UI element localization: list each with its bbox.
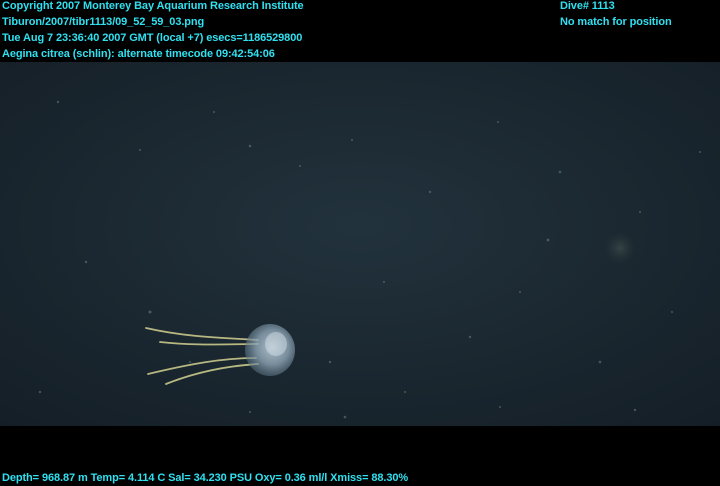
jellyfish-bell [245,324,295,376]
annotation-text: Aegina citrea (schlin): alternate timeco… [2,48,275,60]
sensor-readout-text: Depth= 968.87 m Temp= 4.114 C Sal= 34.23… [2,472,409,484]
out-of-focus-particle [604,232,636,264]
datetime-text: Tue Aug 7 23:36:40 2007 GMT (local +7) e… [2,32,303,44]
dive-number-text: Dive# 1113 [560,0,615,12]
underwater-scene [0,62,720,426]
video-frame: Copyright 2007 Monterey Bay Aquarium Res… [0,0,720,486]
copyright-text: Copyright 2007 Monterey Bay Aquarium Res… [2,0,304,12]
position-text: No match for position [560,16,672,28]
filename-text: Tiburon/2007/tibr1113/09_52_59_03.png [2,16,205,28]
